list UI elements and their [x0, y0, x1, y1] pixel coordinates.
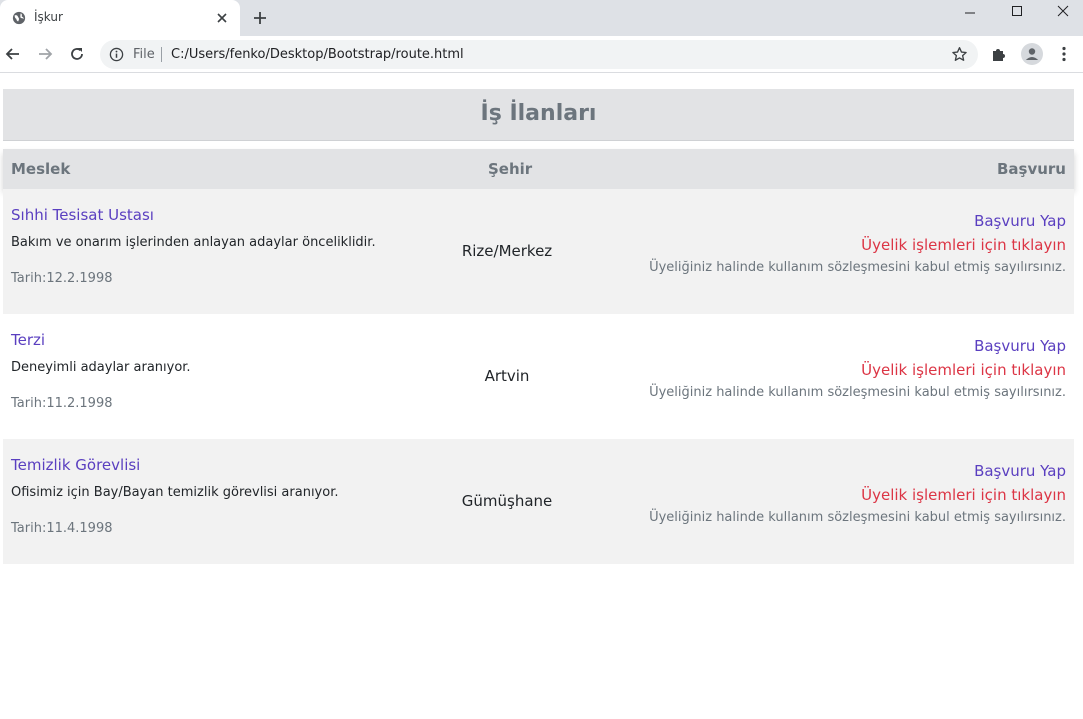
globe-icon: [12, 11, 26, 25]
close-tab-icon[interactable]: [214, 10, 230, 26]
column-header-basvuru: Başvuru: [996, 160, 1066, 178]
table-header: Meslek Şehir Başvuru: [3, 149, 1074, 189]
browser-tab[interactable]: İşkur: [0, 0, 240, 36]
job-city: Gümüşhane: [461, 492, 553, 510]
maximize-icon: [1012, 6, 1022, 16]
job-date: Tarih:11.4.1998: [11, 521, 113, 536]
job-city: Artvin: [484, 367, 530, 385]
url-text[interactable]: C:/Users/fenko/Desktop/Bootstrap/route.h…: [171, 47, 464, 62]
table-row: Terzi Deneyimli adaylar aranıyor. Tarih:…: [3, 314, 1074, 439]
tab-title: İşkur: [34, 10, 63, 24]
menu-kebab-icon[interactable]: [1055, 45, 1073, 63]
profile-avatar-icon[interactable]: [1021, 43, 1043, 65]
info-icon[interactable]: [109, 47, 124, 62]
job-city: Rize/Merkez: [461, 242, 553, 260]
forward-icon[interactable]: [36, 45, 54, 63]
apply-link[interactable]: Başvuru Yap: [974, 462, 1066, 480]
column-header-meslek: Meslek: [11, 160, 71, 178]
table-row: Sıhhi Tesisat Ustası Bakım ve onarım işl…: [3, 189, 1074, 314]
bookmark-star-icon[interactable]: [951, 46, 968, 63]
minimize-icon: [965, 12, 975, 14]
close-window-button[interactable]: [1040, 0, 1083, 22]
reload-icon[interactable]: [68, 45, 86, 63]
job-date: Tarih:12.2.1998: [11, 271, 113, 286]
terms-note: Üyeliğiniz halinde kullanım sözleşmesini…: [649, 510, 1066, 525]
membership-link[interactable]: Üyelik işlemleri için tıklayın: [861, 361, 1066, 379]
close-icon: [1057, 5, 1069, 17]
address-bar[interactable]: File C:/Users/fenko/Desktop/Bootstrap/ro…: [100, 40, 978, 69]
file-label: File: [133, 47, 155, 62]
job-description: Ofisimiz için Bay/Bayan temizlik görevli…: [11, 485, 339, 500]
page-content: İş İlanları Meslek Şehir Başvuru Sıhhi T…: [3, 89, 1074, 564]
omnibox-divider: [161, 47, 162, 62]
job-title-link[interactable]: Terzi: [11, 331, 45, 349]
job-date: Tarih:11.2.1998: [11, 396, 113, 411]
terms-note: Üyeliğiniz halinde kullanım sözleşmesini…: [649, 260, 1066, 275]
job-description: Deneyimli adaylar aranıyor.: [11, 360, 191, 375]
membership-link[interactable]: Üyelik işlemleri için tıklayın: [861, 236, 1066, 254]
table-row: Temizlik Görevlisi Ofisimiz için Bay/Bay…: [3, 439, 1074, 564]
job-title-link[interactable]: Sıhhi Tesisat Ustası: [11, 206, 154, 224]
browser-toolbar: File C:/Users/fenko/Desktop/Bootstrap/ro…: [0, 36, 1083, 73]
apply-link[interactable]: Başvuru Yap: [974, 212, 1066, 230]
job-description: Bakım ve onarım işlerinden anlayan adayl…: [11, 235, 376, 250]
browser-tab-bar: İşkur: [0, 0, 1083, 36]
membership-link[interactable]: Üyelik işlemleri için tıklayın: [861, 486, 1066, 504]
apply-link[interactable]: Başvuru Yap: [974, 337, 1066, 355]
page-title: İş İlanları: [3, 89, 1074, 141]
extensions-puzzle-icon[interactable]: [990, 45, 1008, 63]
back-icon[interactable]: [4, 45, 22, 63]
new-tab-icon[interactable]: [252, 10, 268, 26]
column-header-sehir: Şehir: [488, 160, 533, 178]
maximize-button[interactable]: [994, 0, 1040, 22]
terms-note: Üyeliğiniz halinde kullanım sözleşmesini…: [649, 385, 1066, 400]
job-title-link[interactable]: Temizlik Görevlisi: [11, 456, 140, 474]
minimize-button[interactable]: [947, 0, 993, 22]
